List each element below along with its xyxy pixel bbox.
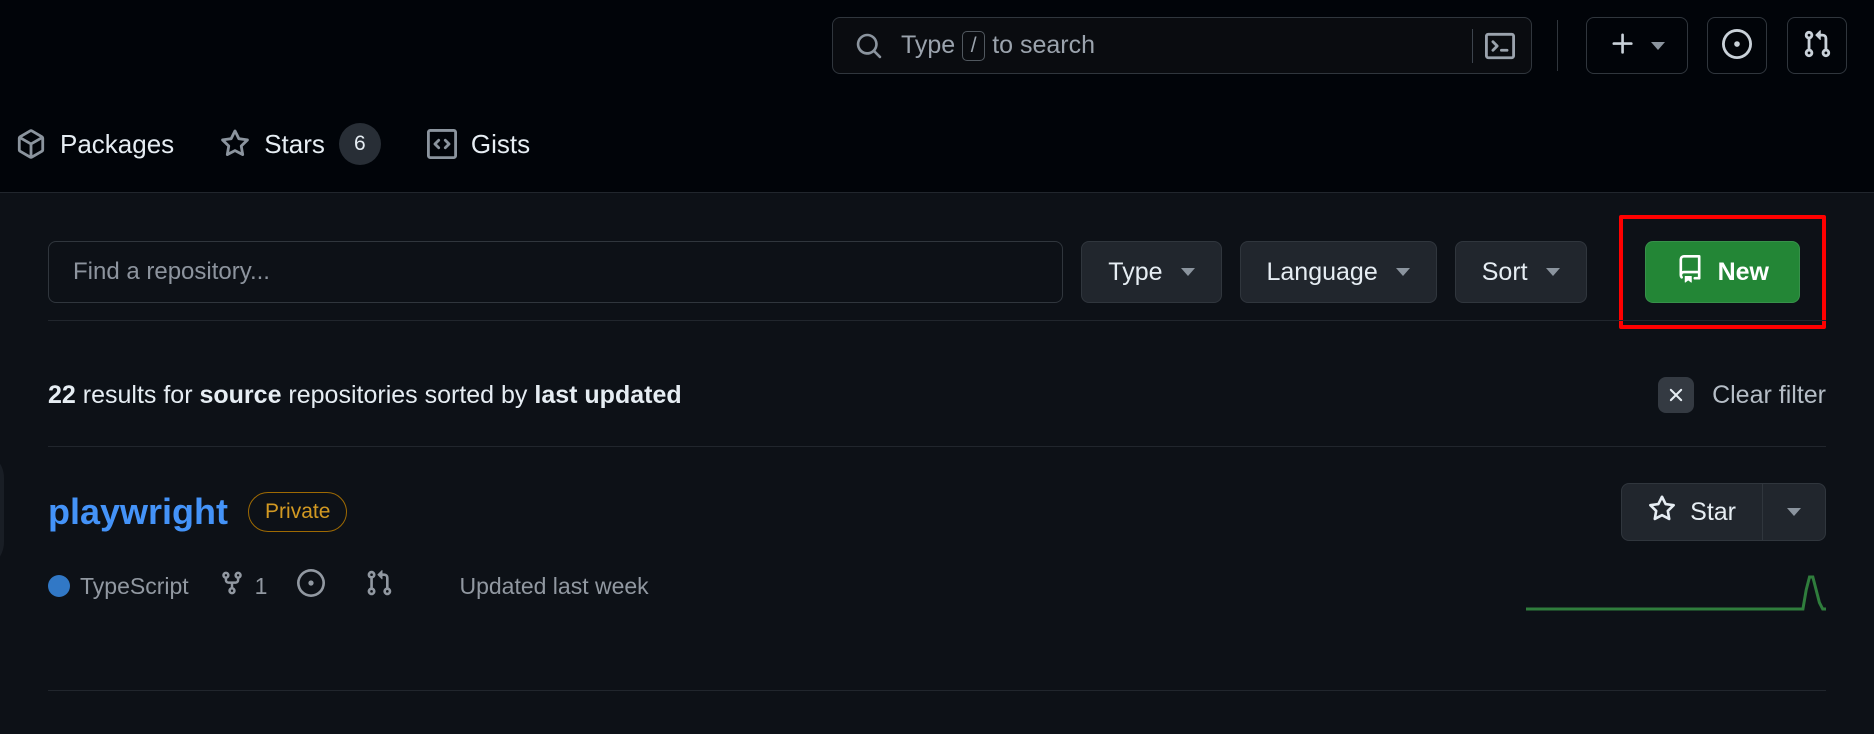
chevron-down-icon [1787, 508, 1801, 516]
repository-language-label: TypeScript [80, 573, 189, 600]
results-count: 22 [48, 381, 76, 409]
nav-item-packages[interactable]: Packages [0, 121, 190, 168]
results-summary-text: 22 results for source repositories sorte… [48, 381, 682, 410]
search-divider [1472, 29, 1473, 63]
repository-divider [48, 690, 1826, 691]
search-placeholder-prefix: Type [901, 31, 955, 60]
star-icon [220, 129, 250, 159]
type-filter-button[interactable]: Type [1081, 241, 1221, 303]
search-icon [855, 32, 883, 60]
chevron-down-icon [1651, 42, 1665, 50]
repo-icon [1676, 255, 1704, 290]
language-filter-label: Language [1267, 258, 1378, 287]
create-new-button[interactable] [1586, 17, 1688, 74]
language-filter-button[interactable]: Language [1240, 241, 1437, 303]
nav-item-packages-label: Packages [60, 129, 174, 160]
code-square-icon [427, 129, 457, 159]
results-filter-term: source [199, 381, 281, 409]
nav-item-stars[interactable]: Stars 6 [204, 115, 397, 173]
repository-activity-sparkline [1526, 573, 1826, 613]
repository-filter-bar: Type Language Sort New [48, 241, 1826, 303]
github-repositories-page: Type / to search [0, 0, 1874, 734]
new-repository-label: New [1718, 258, 1769, 287]
filter-divider [48, 320, 1826, 321]
star-dropdown-button[interactable] [1763, 484, 1825, 540]
star-button-group: Star [1621, 483, 1826, 541]
stars-count-badge: 6 [339, 123, 381, 165]
git-pull-request-icon [1802, 29, 1832, 62]
results-sorted-text: repositories sorted by [288, 381, 527, 409]
repository-forks[interactable]: 1 [219, 570, 268, 602]
language-color-dot [48, 575, 70, 597]
issue-opened-icon [1722, 29, 1752, 62]
header-navigation: Packages Stars 6 Gists [0, 96, 560, 192]
repository-issues[interactable] [297, 569, 335, 603]
plus-icon [1609, 30, 1637, 61]
search-placeholder-suffix: to search [992, 31, 1095, 60]
repository-forks-count: 1 [255, 573, 268, 600]
terminal-icon[interactable] [1485, 31, 1521, 61]
nav-item-gists[interactable]: Gists [411, 121, 546, 168]
chevron-down-icon [1181, 268, 1195, 276]
repo-forked-icon [219, 570, 245, 602]
avatar [0, 450, 4, 570]
search-placeholder: Type / to search [901, 31, 1472, 61]
header-separator [1557, 20, 1558, 71]
pull-requests-button[interactable] [1787, 17, 1847, 74]
chevron-down-icon [1396, 268, 1410, 276]
clear-filter-label: Clear filter [1712, 381, 1826, 410]
results-for-text: results for [83, 381, 193, 409]
search-slash-key: / [962, 31, 985, 61]
sort-filter-button[interactable]: Sort [1455, 241, 1587, 303]
repository-header: playwright Private Star [48, 483, 1826, 541]
sort-filter-label: Sort [1482, 258, 1528, 287]
results-divider [48, 446, 1826, 447]
repository-pull-requests[interactable] [365, 569, 403, 603]
repository-updated-time: Updated last week [459, 573, 648, 600]
new-repository-button[interactable]: New [1645, 241, 1800, 303]
repository-title-group: playwright Private [48, 491, 347, 533]
issue-opened-icon [297, 569, 325, 603]
star-button[interactable]: Star [1622, 484, 1763, 540]
site-header: Type / to search [0, 0, 1874, 193]
star-button-label: Star [1690, 498, 1736, 527]
git-pull-request-icon [365, 569, 393, 603]
header-top-bar: Type / to search [0, 0, 1874, 96]
repository-language: TypeScript [48, 573, 189, 600]
find-repository-input[interactable] [48, 241, 1063, 303]
repository-name-link[interactable]: playwright [48, 491, 228, 533]
global-search-box[interactable]: Type / to search [832, 17, 1532, 74]
results-sort-term: last updated [534, 381, 681, 409]
package-icon [16, 129, 46, 159]
chevron-down-icon [1546, 268, 1560, 276]
results-summary-row: 22 results for source repositories sorte… [48, 365, 1826, 425]
repository-list-item: playwright Private Star [48, 483, 1826, 603]
star-icon [1648, 495, 1676, 530]
clear-filter-button[interactable]: Clear filter [1658, 377, 1826, 413]
type-filter-label: Type [1108, 258, 1162, 287]
issues-button[interactable] [1707, 17, 1767, 74]
x-icon [1658, 377, 1694, 413]
nav-item-stars-label: Stars [264, 129, 325, 160]
visibility-badge: Private [248, 492, 347, 531]
nav-item-gists-label: Gists [471, 129, 530, 160]
new-repository-highlight: New [1619, 215, 1826, 329]
